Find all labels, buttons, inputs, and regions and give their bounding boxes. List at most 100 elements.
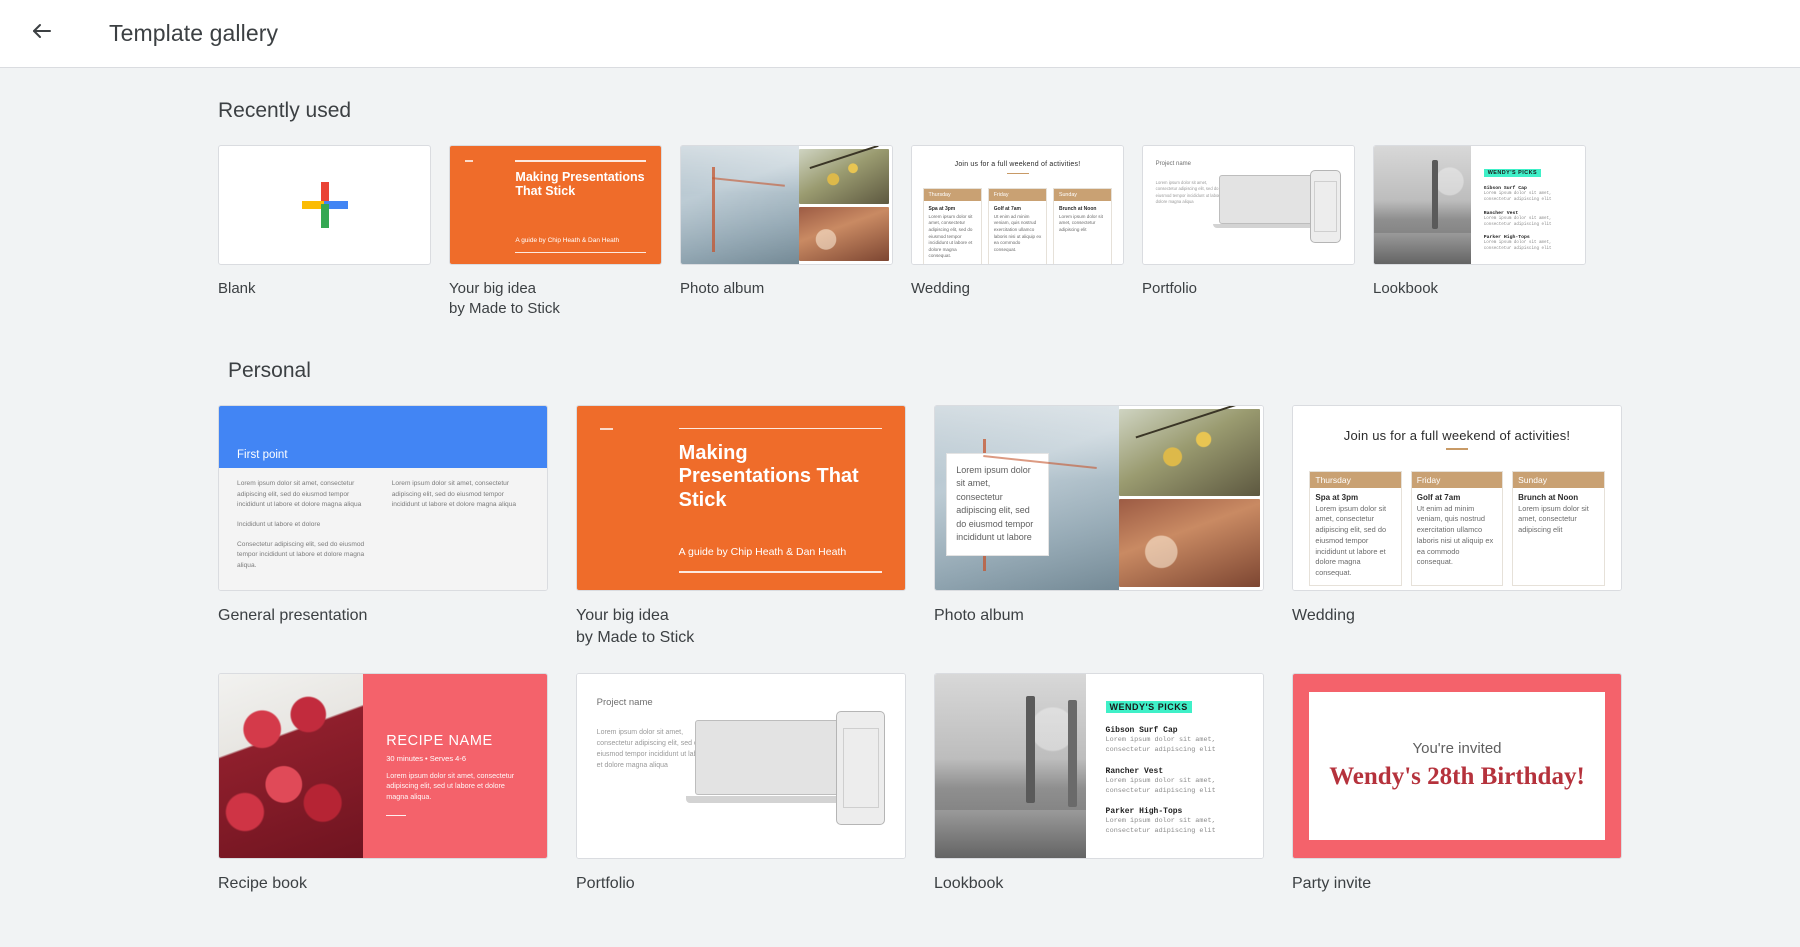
wedding-body: Lorem ipsum dolor sit amet, consectetur … [1058,213,1103,232]
template-gallery[interactable]: Recently used Blank Making Presentations… [0,68,1800,947]
photo-dinner [799,206,889,261]
portfolio-art: Project name Lorem ipsum dolor sit amet,… [577,674,905,859]
phone-icon [835,711,886,826]
wedding-event: Golf at 7am [1416,492,1461,502]
wedding-event: Brunch at Noon [1518,492,1579,502]
wedding-columns: Thursday Spa at 3pm Lorem ipsum dolor si… [1309,470,1605,586]
laptop-icon [1213,175,1321,229]
wedding-day: Sunday [1513,471,1604,488]
template-name: Photo album [934,606,1024,624]
wedding-column: Friday Golf at 7am Ut enim ad minim veni… [1410,470,1504,586]
template-name: Recipe book [218,875,307,893]
template-card-party-invite[interactable]: You're invited Wendy's 28th Birthday! Pa… [1292,673,1622,895]
wedding-body: Ut enim ad minim veniam, quis nostrud ex… [1416,503,1494,567]
template-name: Lookbook [934,875,1004,893]
template-card-photo-album[interactable]: Photo album [680,145,893,320]
body-column-left: Lorem ipsum dolor sit amet, consectetur … [237,479,374,572]
tick-mark [464,160,474,163]
template-thumbnail-your-big-idea[interactable]: Making Presentations That Stick A guide … [576,404,906,591]
section-recently-used: Recently used Blank Making Presentations… [0,68,1800,320]
divider-bottom [515,251,647,254]
wedding-body: Lorem ipsum dolor sit amet, consectetur … [1518,503,1589,535]
lookbook-item: Gibson Surf Cap Lorem ipsum dolor sit am… [1484,186,1573,204]
body-column-right: Lorem ipsum dolor sit amet, consectetur … [392,479,529,572]
wedding-day: Sunday [1053,188,1112,201]
template-name: Your big idea [449,280,537,297]
template-card-recipe-book[interactable]: RECIPE NAME 30 minutes • Serves 4-6 Lore… [218,673,548,895]
template-card-your-big-idea[interactable]: Making Presentations That Stick A guide … [576,404,906,650]
wedding-body: Lorem ipsum dolor sit amet, consectetur … [928,213,973,259]
template-card-general-presentation[interactable]: First point Lorem ipsum dolor sit amet, … [218,404,548,650]
party-invite-top: You're invited [1412,740,1502,758]
template-name: Wedding [1292,606,1355,624]
template-thumbnail-wedding[interactable]: Join us for a full weekend of activities… [911,145,1124,265]
template-name: Blank [218,280,256,297]
template-thumbnail-lookbook[interactable]: WENDY'S PICKS Gibson Surf Cap Lorem ipsu… [934,673,1264,860]
template-card-lookbook[interactable]: WENDY'S PICKS Gibson Surf Cap Lorem ipsu… [1373,145,1586,320]
recipe-title: RECIPE NAME [386,732,493,749]
wedding-event: Golf at 7am [993,205,1021,212]
template-thumbnail-photo-album[interactable]: Lorem ipsum dolor sit amet, consectetur … [934,404,1264,591]
template-card-portfolio[interactable]: Project name Lorem ipsum dolor sit amet,… [576,673,906,895]
recipe-body: Lorem ipsum dolor sit amet, consectetur … [386,770,515,802]
body-paragraph: Incididunt ut labore et dolore [237,521,321,529]
template-name: Wedding [911,280,970,297]
template-thumbnail-your-big-idea[interactable]: Making Presentations That Stick A guide … [449,145,662,265]
google-plus-icon [301,182,348,228]
template-card-photo-album[interactable]: Lorem ipsum dolor sit amet, consectetur … [934,404,1264,650]
lookbook-art: WENDY'S PICKS Gibson Surf Cap Lorem ipsu… [1374,146,1585,264]
lookbook-item: Gibson Surf Cap Lorem ipsum dolor sit am… [1106,726,1244,755]
template-thumbnail-wedding[interactable]: Join us for a full weekend of activities… [1292,404,1622,591]
lookbook-item-body: Lorem ipsum dolor sit amet, consectetur … [1483,241,1552,252]
template-card-your-big-idea[interactable]: Making Presentations That Stick A guide … [449,145,662,320]
device-mockups [685,711,886,826]
wedding-event: Spa at 3pm [928,205,956,212]
wedding-heading: Join us for a full weekend of activities… [1343,428,1571,444]
tick-mark [599,427,614,430]
lookbook-photo [1374,146,1472,264]
template-thumbnail-party-invite[interactable]: You're invited Wendy's 28th Birthday! [1292,673,1622,860]
template-name: Photo album [680,280,765,297]
lookbook-item: Parker High-Tops Lorem ipsum dolor sit a… [1106,807,1244,836]
party-invite-inner: You're invited Wendy's 28th Birthday! [1309,692,1605,841]
section-title-recently-used: Recently used [218,99,352,122]
party-invite-headline: Wendy's 28th Birthday! [1329,763,1585,791]
recipe-photo [219,674,364,859]
portfolio-project-name: Project name [1155,160,1192,167]
template-card-wedding[interactable]: Join us for a full weekend of activities… [1292,404,1622,650]
template-name: Portfolio [1142,280,1198,297]
template-thumbnail-recipe-book[interactable]: RECIPE NAME 30 minutes • Serves 4-6 Lore… [218,673,548,860]
template-card-wedding[interactable]: Join us for a full weekend of activities… [911,145,1124,320]
template-name: Party invite [1292,875,1372,893]
back-button[interactable] [18,10,66,58]
lookbook-item-body: Lorem ipsum dolor sit amet, consectetur … [1105,736,1216,755]
general-presentation-art: First point Lorem ipsum dolor sit amet, … [219,405,547,590]
app-header: Template gallery [0,0,1800,68]
lookbook-item-name: Parker High-Tops [1105,807,1183,817]
lookbook-item: Parker High-Tops Lorem ipsum dolor sit a… [1484,235,1573,253]
portfolio-art: Project name Lorem ipsum dolor sit amet,… [1143,146,1354,264]
big-idea-byline: A guide by Chip Heath & Dan Heath [515,236,620,244]
template-card-lookbook[interactable]: WENDY'S PICKS Gibson Surf Cap Lorem ipsu… [934,673,1264,895]
portfolio-project-name: Project name [596,697,653,709]
wedding-column: Sunday Brunch at Noon Lorem ipsum dolor … [1512,470,1605,586]
lookbook-art: WENDY'S PICKS Gibson Surf Cap Lorem ipsu… [935,674,1263,859]
template-thumbnail-general-presentation[interactable]: First point Lorem ipsum dolor sit amet, … [218,404,548,591]
big-idea-byline: A guide by Chip Heath & Dan Heath [678,546,847,559]
template-card-portfolio[interactable]: Project name Lorem ipsum dolor sit amet,… [1142,145,1355,320]
photo-dinner [1118,499,1260,587]
template-thumbnail-lookbook[interactable]: WENDY'S PICKS Gibson Surf Cap Lorem ipsu… [1373,145,1586,265]
wedding-divider [1446,448,1468,450]
template-thumbnail-portfolio[interactable]: Project name Lorem ipsum dolor sit amet,… [1142,145,1355,265]
wedding-day: Thursday [1310,471,1401,488]
template-thumbnail-photo-album[interactable] [680,145,893,265]
divider-top [515,160,647,162]
photo-album-art: Lorem ipsum dolor sit amet, consectetur … [935,405,1263,590]
body-paragraph: Lorem ipsum dolor sit amet, consectetur … [391,480,517,509]
lookbook-headline: WENDY'S PICKS [1105,701,1192,714]
template-card-blank[interactable]: Blank [218,145,431,320]
divider-bottom [678,571,883,573]
template-thumbnail-portfolio[interactable]: Project name Lorem ipsum dolor sit amet,… [576,673,906,860]
photo-bridge [681,146,800,264]
template-thumbnail-blank[interactable] [218,145,431,265]
